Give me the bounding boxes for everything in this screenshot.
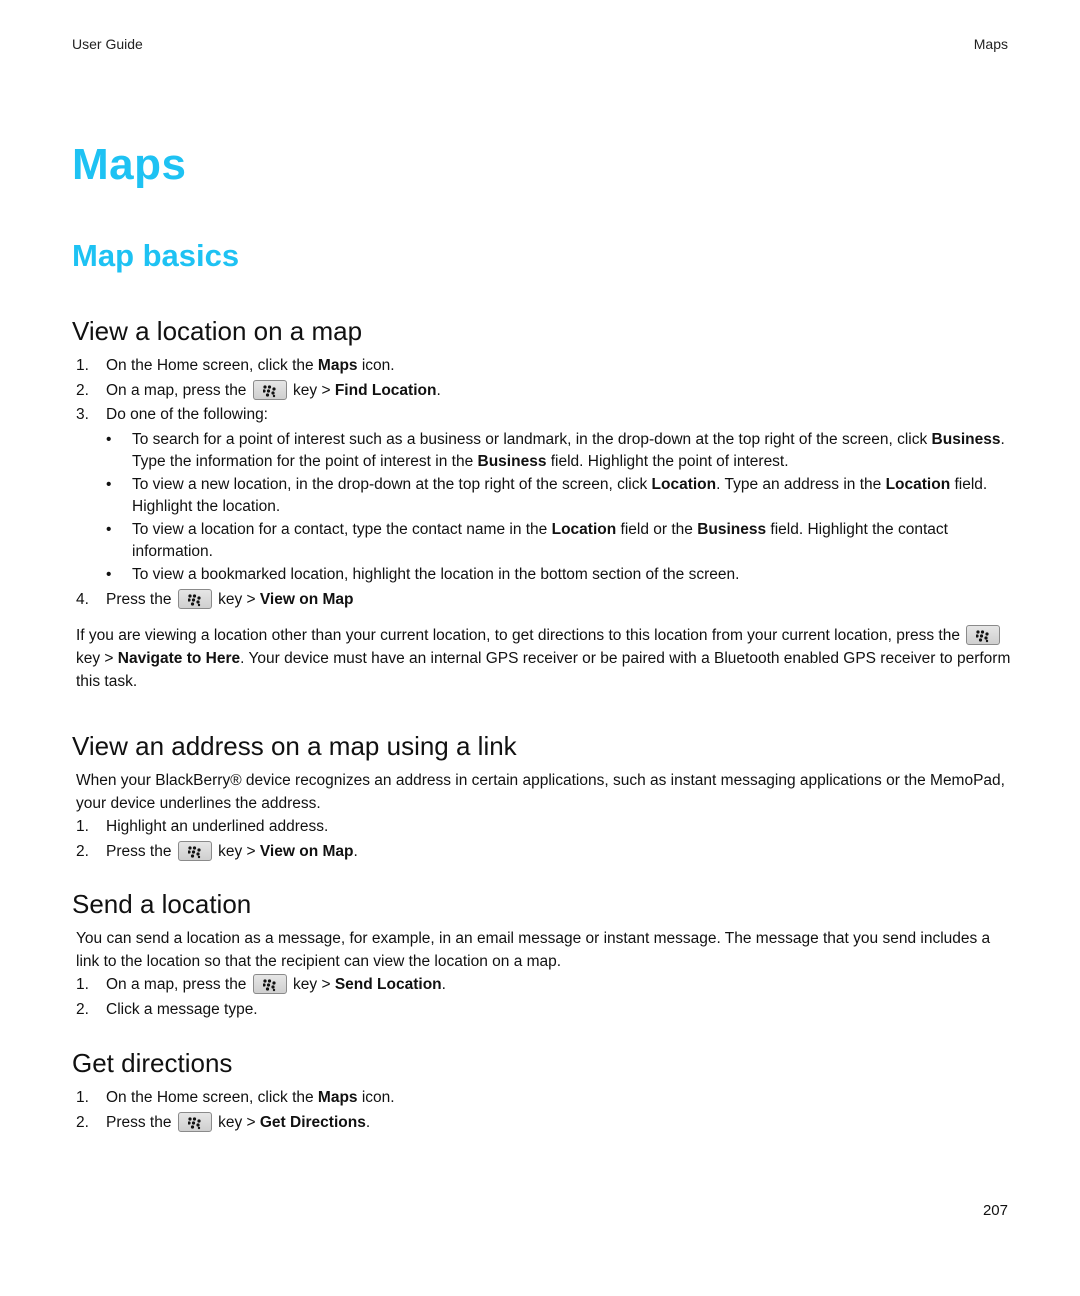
intro-paragraph: You can send a location as a message, fo…: [76, 930, 991, 970]
page-number: 207: [982, 1202, 1008, 1219]
blackberry-menu-key-icon: [252, 974, 287, 994]
section-view-location: View a location on a map 1. On the Home s…: [72, 314, 1012, 693]
section-title: Map basics: [72, 238, 240, 273]
blackberry-menu-key-icon: [177, 1111, 212, 1132]
list-item: 2. Press the key > Get Directions.: [76, 1111, 371, 1132]
list-item: 2. Click a message type.: [76, 1000, 258, 1018]
blackberry-menu-key-icon: [252, 379, 287, 400]
section-get-directions: Get directions 1. On the Home screen, cli…: [72, 1046, 1012, 1135]
list-item: 1. On the Home screen, click the Maps ico…: [76, 357, 395, 374]
blackberry-menu-key-icon: [966, 625, 1001, 645]
blackberry-menu-key-icon: [177, 840, 212, 861]
steps-list: 1. On the Home screen, click the Maps ico…: [72, 1086, 1012, 1135]
list-item: • To view a location for a contact, type …: [106, 520, 948, 560]
steps-list: 1. Highlight an underlined address. 2. Pre…: [72, 815, 1012, 864]
list-item: 3. Do one of the following:: [76, 406, 268, 423]
list-item: 4. Press the key > View on Map: [76, 588, 354, 609]
intro-paragraph: When your BlackBerry® device recognizes …: [76, 772, 1005, 812]
running-header-left: User Guide: [72, 36, 143, 52]
steps-list: 1. On the Home screen, click the Maps ico…: [72, 354, 1012, 428]
list-item: 1. On a map, press the key > Send Locatio…: [76, 974, 446, 994]
heading-view-location: View a location on a map: [72, 316, 363, 346]
blackberry-menu-key-icon: [177, 588, 212, 609]
heading-send-location: Send a location: [72, 889, 252, 919]
steps-list: 4. Press the key > View on Map: [72, 588, 1012, 613]
bullet-list: • To search for a point of interest such …: [72, 429, 1012, 586]
list-item: • To view a bookmarked location, highligh…: [106, 565, 740, 583]
list-item: 2. Press the key > View on Map.: [76, 840, 358, 861]
list-item: 2. On a map, press the key > Find Locatio…: [76, 379, 441, 400]
heading-address-link: View an address on a map using a link: [72, 731, 517, 761]
list-item: • To search for a point of interest such …: [106, 430, 1005, 470]
section-send-location: Send a location You can send a location …: [72, 887, 1012, 1022]
list-item: 1. Highlight an underlined address.: [76, 818, 329, 835]
note-paragraph: If you are viewing a location other than…: [76, 625, 1011, 690]
list-item: 1. On the Home screen, click the Maps ico…: [76, 1089, 395, 1106]
section-address-link: View an address on a map using a link Wh…: [72, 729, 1012, 864]
steps-list: 1. On a map, press the key > Send Locatio…: [72, 973, 1012, 1022]
running-header-right: Maps: [973, 36, 1008, 52]
list-item: • To view a new location, in the drop-dow…: [106, 475, 988, 515]
heading-get-directions: Get directions: [72, 1048, 233, 1078]
chapter-title: Maps: [72, 140, 187, 189]
